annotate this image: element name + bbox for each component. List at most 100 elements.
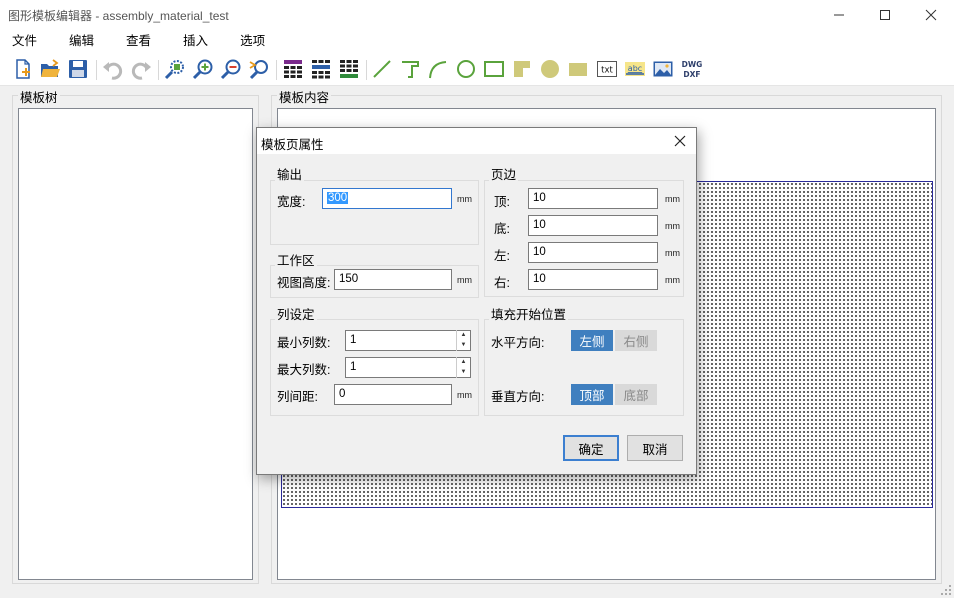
dialog-close-button[interactable] <box>668 130 692 152</box>
horizontal-right-toggle[interactable]: 右侧 <box>615 330 657 351</box>
width-unit: mm <box>457 194 472 204</box>
min-columns-label: 最小列数: <box>277 336 331 350</box>
width-input[interactable]: 300 <box>322 188 452 209</box>
margin-bottom-label: 底: <box>494 222 510 236</box>
toolbar-separator <box>158 60 159 80</box>
table-icon[interactable] <box>282 58 304 80</box>
max-columns-spinner[interactable]: ▲ ▼ <box>456 357 470 378</box>
menu-file[interactable]: 文件 <box>6 30 43 52</box>
minimize-icon <box>834 14 844 16</box>
close-icon <box>674 135 686 147</box>
dialog-title-bar: 模板页属性 <box>257 128 696 154</box>
view-height-unit: mm <box>457 275 472 285</box>
column-gap-label: 列间距: <box>277 390 318 404</box>
undo-icon[interactable] <box>102 58 124 80</box>
horizontal-left-toggle[interactable]: 左侧 <box>571 330 613 351</box>
max-columns-value: 1 <box>350 361 357 373</box>
toolbar: txt abc DWG DXF <box>0 52 954 86</box>
window-title: 图形模板编辑器 - assembly_material_test <box>8 9 229 23</box>
cancel-button[interactable]: 取消 <box>627 435 683 461</box>
line-icon[interactable] <box>371 58 393 80</box>
minimize-button[interactable] <box>816 0 862 30</box>
margin-top-input[interactable]: 10 <box>528 188 658 209</box>
menu-view[interactable]: 查看 <box>120 30 157 52</box>
ok-button[interactable]: 确定 <box>563 435 619 461</box>
margin-right-input[interactable]: 10 <box>528 269 658 290</box>
zoom-out-icon[interactable] <box>220 58 242 80</box>
title-bar: 图形模板编辑器 - assembly_material_test <box>0 0 954 30</box>
text-icon-label: txt <box>601 66 613 76</box>
margin-left-label: 左: <box>494 249 510 263</box>
page-properties-dialog: 模板页属性 输出 宽度: 300 mm 工作区 视图高度: 150 mm 列设定… <box>256 127 697 475</box>
fill-circle-icon[interactable] <box>539 58 561 80</box>
column-gap-input[interactable]: 0 <box>334 384 452 405</box>
abc-text-icon[interactable]: abc <box>624 58 646 80</box>
zoom-reset-icon[interactable] <box>248 58 270 80</box>
margin-right-unit: mm <box>665 275 680 285</box>
margin-right-label: 右: <box>494 276 510 290</box>
menu-insert[interactable]: 插入 <box>177 30 214 52</box>
vertical-top-toggle[interactable]: 顶部 <box>571 384 613 405</box>
arc-icon[interactable] <box>427 58 449 80</box>
column-gap-unit: mm <box>457 390 472 400</box>
margin-top-label: 顶: <box>494 195 510 209</box>
min-columns-spinner[interactable]: ▲ ▼ <box>456 330 470 351</box>
margin-bottom-unit: mm <box>665 221 680 231</box>
toolbar-separator <box>366 60 367 80</box>
fill-start-group-title: 填充开始位置 <box>489 304 569 323</box>
save-icon[interactable] <box>67 58 89 80</box>
vertical-direction-label: 垂直方向: <box>491 390 545 404</box>
margin-bottom-input[interactable]: 10 <box>528 215 658 236</box>
text-icon[interactable]: txt <box>596 58 618 80</box>
toolbar-separator <box>96 60 97 80</box>
zoom-in-icon[interactable] <box>192 58 214 80</box>
content-panel-title: 模板内容 <box>277 87 332 106</box>
dialog-title: 模板页属性 <box>261 138 324 152</box>
dxf-label: DXF <box>683 70 700 79</box>
width-label: 宽度: <box>277 195 306 209</box>
spin-down-icon[interactable]: ▼ <box>457 367 470 377</box>
close-button[interactable] <box>908 0 954 30</box>
spin-down-icon[interactable]: ▼ <box>457 340 470 350</box>
vertical-bottom-toggle[interactable]: 底部 <box>615 384 657 405</box>
close-icon <box>925 9 937 21</box>
margin-left-input[interactable]: 10 <box>528 242 658 263</box>
dwg-dxf-icon[interactable]: DWG DXF <box>680 58 704 80</box>
rectangle-icon[interactable] <box>483 58 505 80</box>
template-tree[interactable] <box>18 108 253 580</box>
menu-options[interactable]: 选项 <box>234 30 271 52</box>
maximize-button[interactable] <box>862 0 908 30</box>
columns-group-title: 列设定 <box>275 304 317 323</box>
margins-group-title: 页边 <box>489 164 519 183</box>
table-blue-icon[interactable] <box>310 58 332 80</box>
table-green-icon[interactable] <box>338 58 360 80</box>
new-file-icon[interactable] <box>12 58 34 80</box>
menu-bar: 文件 编辑 查看 插入 选项 <box>0 30 954 52</box>
maximize-icon <box>880 10 890 20</box>
fill-polygon-icon[interactable] <box>511 58 533 80</box>
tree-panel-title: 模板树 <box>18 87 60 106</box>
abc-icon-label: abc <box>628 64 642 73</box>
circle-icon[interactable] <box>455 58 477 80</box>
fill-rect-icon[interactable] <box>567 58 589 80</box>
resize-grip-icon[interactable] <box>940 584 952 596</box>
margin-left-unit: mm <box>665 248 680 258</box>
max-columns-label: 最大列数: <box>277 363 331 377</box>
min-columns-value: 1 <box>350 334 357 346</box>
max-columns-stepper[interactable]: 1 ▲ ▼ <box>345 357 471 378</box>
menu-edit[interactable]: 编辑 <box>63 30 100 52</box>
redo-icon[interactable] <box>130 58 152 80</box>
min-columns-stepper[interactable]: 1 ▲ ▼ <box>345 330 471 351</box>
horizontal-direction-label: 水平方向: <box>491 336 545 350</box>
output-group-title: 输出 <box>275 164 305 183</box>
dwg-label: DWG <box>682 60 703 69</box>
zoom-fit-icon[interactable] <box>164 58 186 80</box>
polyline-icon[interactable] <box>399 58 421 80</box>
open-folder-icon[interactable] <box>39 58 61 80</box>
width-input-value: 300 <box>327 192 349 204</box>
toolbar-separator <box>276 60 277 80</box>
view-height-label: 视图高度: <box>277 276 331 290</box>
view-height-input[interactable]: 150 <box>334 269 452 290</box>
margin-top-unit: mm <box>665 194 680 204</box>
image-icon[interactable] <box>652 58 674 80</box>
